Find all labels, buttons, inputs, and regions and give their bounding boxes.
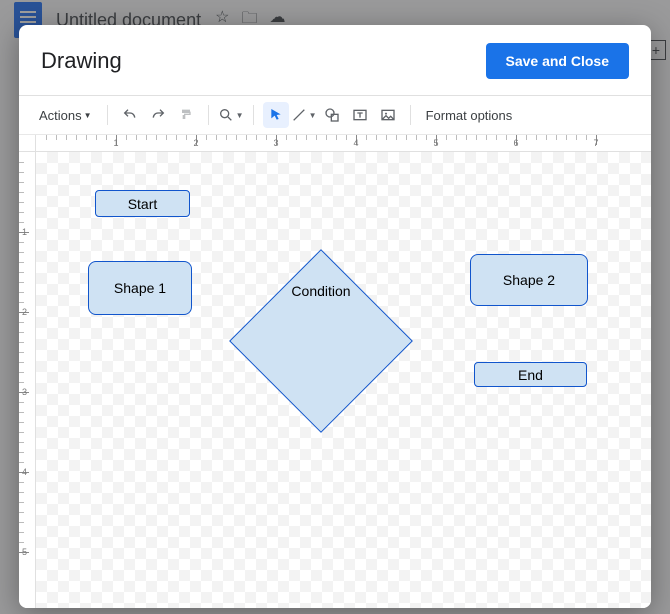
caret-down-icon: ▼ xyxy=(84,111,92,120)
drawing-modal: Drawing Save and Close Actions ▼ ▼ xyxy=(19,25,651,608)
shape-label: End xyxy=(518,367,543,383)
undo-button[interactable] xyxy=(117,102,143,128)
line-icon xyxy=(291,107,307,123)
shape-label: Shape 1 xyxy=(114,280,166,296)
shape-tool[interactable] xyxy=(319,102,345,128)
caret-down-icon: ▼ xyxy=(309,111,317,120)
shape-shape2[interactable]: Shape 2 xyxy=(470,254,588,306)
image-icon xyxy=(380,107,396,123)
zoom-menu[interactable]: ▼ xyxy=(218,102,244,128)
textbox-tool[interactable] xyxy=(347,102,373,128)
save-and-close-button[interactable]: Save and Close xyxy=(486,43,630,79)
caret-down-icon: ▼ xyxy=(236,111,244,120)
format-options-button[interactable]: Format options xyxy=(420,102,519,128)
select-tool[interactable] xyxy=(263,102,289,128)
drawing-canvas[interactable]: Start Shape 1 Condition Shape 2 End xyxy=(36,152,651,608)
canvas-wrapper: 1234567 12345 Start Shape 1 Condition Sh… xyxy=(19,135,651,608)
shape-label: Start xyxy=(128,196,158,212)
horizontal-ruler[interactable]: 1234567 xyxy=(36,135,651,152)
redo-button[interactable] xyxy=(145,102,171,128)
cursor-icon xyxy=(268,107,284,123)
drawing-toolbar: Actions ▼ ▼ ▼ xyxy=(19,96,651,135)
actions-menu-label: Actions xyxy=(39,108,82,123)
shape-condition[interactable]: Condition xyxy=(226,246,416,336)
shape-label: Shape 2 xyxy=(503,272,555,288)
undo-icon xyxy=(122,107,138,123)
format-options-label: Format options xyxy=(426,108,513,123)
redo-icon xyxy=(150,107,166,123)
shape-shape1[interactable]: Shape 1 xyxy=(88,261,192,315)
actions-menu[interactable]: Actions ▼ xyxy=(33,102,98,128)
zoom-icon xyxy=(218,107,234,123)
modal-header: Drawing Save and Close xyxy=(19,25,651,89)
vertical-ruler[interactable]: 12345 xyxy=(19,135,36,608)
paint-roller-icon xyxy=(178,107,194,123)
toolbar-separator xyxy=(208,105,209,125)
shape-label: Condition xyxy=(291,283,350,299)
diamond-icon xyxy=(226,246,416,436)
paint-format-button[interactable] xyxy=(173,102,199,128)
toolbar-separator xyxy=(410,105,411,125)
toolbar-separator xyxy=(107,105,108,125)
line-tool[interactable]: ▼ xyxy=(291,102,317,128)
image-tool[interactable] xyxy=(375,102,401,128)
textbox-icon xyxy=(352,107,368,123)
toolbar-separator xyxy=(253,105,254,125)
shape-start[interactable]: Start xyxy=(95,190,190,217)
modal-title: Drawing xyxy=(41,48,122,74)
ruler-corner xyxy=(19,135,36,152)
shapes-icon xyxy=(324,107,340,123)
shape-end[interactable]: End xyxy=(474,362,587,387)
